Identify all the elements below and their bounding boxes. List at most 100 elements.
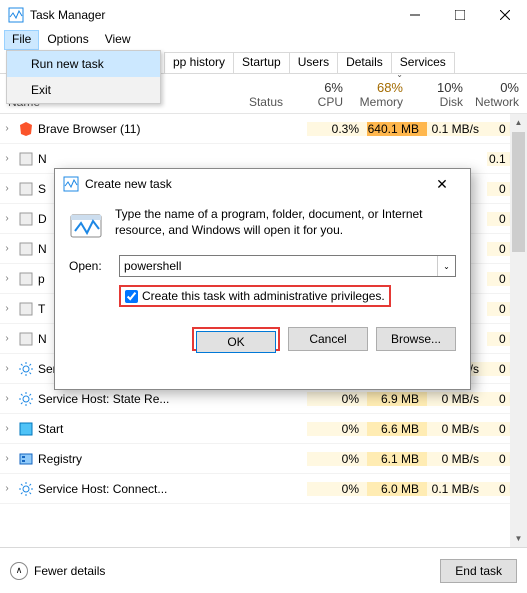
cell-cpu: 0%	[307, 452, 367, 466]
col-cpu[interactable]: 6%CPU	[291, 80, 351, 109]
expand-icon[interactable]: ›	[0, 393, 14, 404]
cell-disk: 0.1 MB/s	[427, 122, 487, 136]
cell-memory: 640.1 MB	[367, 122, 427, 136]
menu-exit[interactable]: Exit	[7, 77, 160, 103]
menu-file[interactable]: File	[4, 30, 39, 50]
process-icon	[18, 421, 34, 437]
col-network[interactable]: 0%Network	[471, 80, 527, 109]
window-title: Task Manager	[30, 8, 392, 22]
process-icon	[18, 451, 34, 467]
col-disk[interactable]: 10%Disk	[411, 80, 471, 109]
process-icon	[18, 391, 34, 407]
process-name: Registry	[38, 452, 237, 466]
dialog-icon	[63, 176, 79, 192]
process-icon	[18, 361, 34, 377]
cell-disk: 0 MB/s	[427, 452, 487, 466]
expand-icon[interactable]: ›	[0, 183, 14, 194]
process-icon	[18, 331, 34, 347]
browse-button[interactable]: Browse...	[376, 327, 456, 351]
cell-memory: 6.1 MB	[367, 452, 427, 466]
maximize-button[interactable]	[437, 0, 482, 30]
expand-icon[interactable]: ›	[0, 333, 14, 344]
process-name: Brave Browser (11)	[38, 122, 237, 136]
process-icon	[18, 121, 34, 137]
col-status[interactable]: Status	[221, 95, 291, 109]
scroll-up-icon[interactable]: ▲	[510, 114, 527, 131]
cell-cpu: 0%	[307, 482, 367, 496]
expand-icon[interactable]: ›	[0, 213, 14, 224]
fewer-details-label: Fewer details	[34, 564, 105, 578]
close-button[interactable]	[482, 0, 527, 30]
cell-cpu: 0.3%	[307, 122, 367, 136]
minimize-button[interactable]	[392, 0, 437, 30]
expand-icon[interactable]: ›	[0, 453, 14, 464]
admin-checkbox[interactable]	[125, 290, 138, 303]
run-icon	[69, 207, 105, 243]
process-name: N	[38, 152, 237, 166]
process-name: Service Host: State Re...	[38, 392, 237, 406]
cell-disk: 0.1 MB/s	[427, 482, 487, 496]
menubar: File Options View	[0, 30, 527, 50]
process-icon	[18, 241, 34, 257]
open-input[interactable]	[120, 256, 437, 276]
table-row[interactable]: ›Brave Browser (11)0.3%640.1 MB0.1 MB/s0…	[0, 114, 527, 144]
open-label: Open:	[69, 259, 111, 273]
expand-icon[interactable]: ›	[0, 303, 14, 314]
ok-button[interactable]: OK	[196, 331, 276, 353]
fewer-details-button[interactable]: ∧ Fewer details	[10, 562, 105, 580]
menu-run-new-task[interactable]: Run new task	[7, 51, 160, 77]
titlebar: Task Manager	[0, 0, 527, 30]
admin-checkbox-label: Create this task with administrative pri…	[142, 289, 385, 303]
cancel-button[interactable]: Cancel	[288, 327, 368, 351]
expand-icon[interactable]: ›	[0, 153, 14, 164]
end-task-button[interactable]: End task	[440, 559, 517, 583]
expand-icon[interactable]: ›	[0, 483, 14, 494]
cell-memory: 6.9 MB	[367, 392, 427, 406]
scroll-thumb[interactable]	[512, 132, 525, 252]
ok-button-highlight: OK	[192, 327, 280, 351]
table-row[interactable]: ›Registry0%6.1 MB0 MB/s0 M	[0, 444, 527, 474]
cell-memory: 6.0 MB	[367, 482, 427, 496]
expand-icon[interactable]: ›	[0, 273, 14, 284]
file-dropdown: Run new task Exit	[6, 50, 161, 104]
cell-disk: 0 MB/s	[427, 422, 487, 436]
menu-view[interactable]: View	[97, 30, 139, 50]
dialog-titlebar[interactable]: Create new task ✕	[55, 169, 470, 199]
table-row[interactable]: ›Start0%6.6 MB0 MB/s0 M	[0, 414, 527, 444]
expand-icon[interactable]: ›	[0, 123, 14, 134]
dialog-close-button[interactable]: ✕	[422, 176, 462, 193]
process-icon	[18, 181, 34, 197]
scroll-down-icon[interactable]: ▼	[510, 530, 527, 547]
dialog-message: Type the name of a program, folder, docu…	[115, 207, 456, 243]
sort-indicator-icon: ⌄	[396, 70, 403, 79]
combobox-dropdown-icon[interactable]: ⌄	[437, 256, 455, 276]
admin-checkbox-row[interactable]: Create this task with administrative pri…	[119, 285, 391, 307]
col-memory[interactable]: ⌄ 68%Memory	[351, 66, 411, 109]
table-row[interactable]: › Service Host: Connect... 0%6.0 MB0.1 MB/…	[0, 474, 527, 504]
vertical-scrollbar[interactable]: ▲ ▼	[510, 114, 527, 547]
cell-disk: 0 MB/s	[427, 392, 487, 406]
menu-options[interactable]: Options	[39, 30, 96, 50]
expand-icon[interactable]: ›	[0, 243, 14, 254]
tab-users[interactable]: Users	[289, 52, 338, 73]
process-name: Service Host: Connect...	[38, 482, 237, 496]
cell-cpu: 0%	[307, 392, 367, 406]
process-icon	[18, 301, 34, 317]
process-icon	[18, 271, 34, 287]
process-icon	[18, 151, 34, 167]
cell-memory: 6.6 MB	[367, 422, 427, 436]
footer: ∧ Fewer details End task	[0, 547, 527, 593]
expand-icon[interactable]: ›	[0, 423, 14, 434]
process-icon	[18, 211, 34, 227]
tab-startup[interactable]: Startup	[233, 52, 290, 73]
app-icon	[8, 7, 24, 23]
create-task-dialog: Create new task ✕ Type the name of a pro…	[54, 168, 471, 390]
dialog-title: Create new task	[85, 177, 422, 191]
process-icon	[18, 481, 34, 497]
process-name: Start	[38, 422, 237, 436]
expand-icon[interactable]: ›	[0, 363, 14, 374]
open-combobox[interactable]: ⌄	[119, 255, 456, 277]
tab-app-history[interactable]: pp history	[164, 52, 234, 73]
chevron-up-icon: ∧	[10, 562, 28, 580]
cell-cpu: 0%	[307, 422, 367, 436]
